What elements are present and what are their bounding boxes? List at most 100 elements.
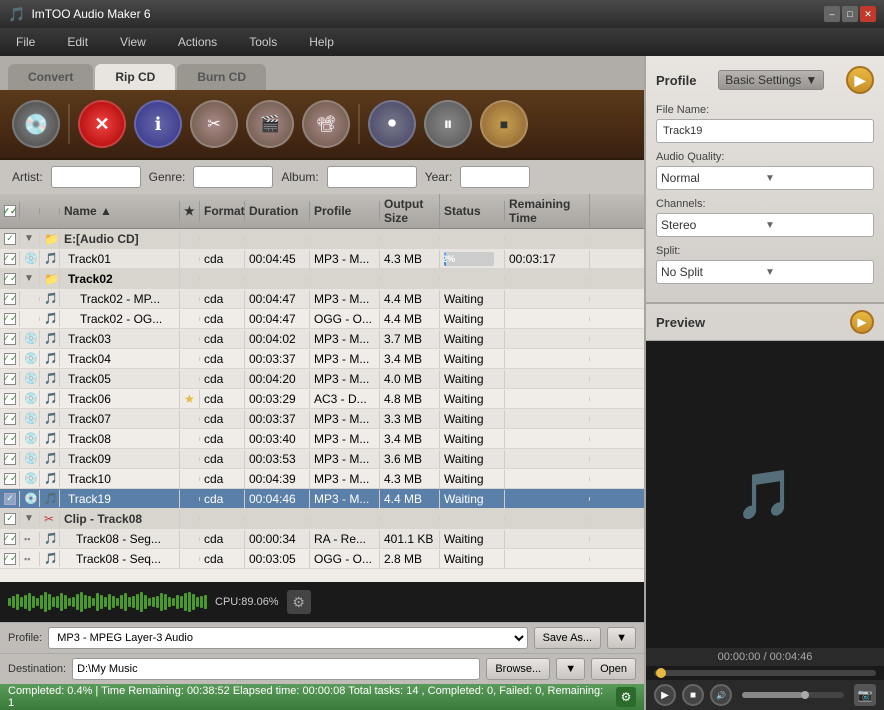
table-row[interactable]: ✓ 💿 🎵 Track06 ★ cda 00:03:29 AC3 - D... … (0, 389, 644, 409)
stop-button[interactable]: ■ (480, 100, 528, 148)
row-expand-icon[interactable]: ▼ (20, 231, 40, 246)
cut-button[interactable]: ✂ (190, 100, 238, 148)
waveform-bar (68, 598, 71, 606)
quality-select[interactable]: Normal ▼ (656, 166, 874, 190)
row-check[interactable]: ✓ (0, 391, 20, 407)
waveform-bar (32, 596, 35, 608)
waveform-bar (156, 596, 159, 608)
menu-file[interactable]: File (8, 31, 43, 53)
maximize-button[interactable]: □ (842, 6, 858, 22)
row-check[interactable]: ✓ (0, 551, 20, 567)
seek-handle[interactable] (656, 668, 666, 678)
menu-tools[interactable]: Tools (241, 31, 285, 53)
preview-next-button[interactable]: ▶ (850, 310, 874, 334)
tab-convert[interactable]: Convert (8, 64, 93, 90)
row-check[interactable]: ✓ (0, 411, 20, 427)
tab-burn-cd[interactable]: Burn CD (177, 64, 266, 90)
row-check[interactable]: ✓ (0, 291, 20, 307)
disc-button[interactable]: ⏺ (368, 100, 416, 148)
table-row[interactable]: ✓ ▼ 📁 Track02 (0, 269, 644, 289)
row-check[interactable]: ✓ (0, 371, 20, 387)
row-check[interactable]: ✓ (0, 451, 20, 467)
row-check[interactable]: ✓ (0, 311, 20, 327)
row-check[interactable]: ✓ (0, 251, 20, 267)
minimize-button[interactable]: – (824, 6, 840, 22)
browse-dropdown-button[interactable]: ▼ (556, 658, 585, 680)
menu-actions[interactable]: Actions (170, 31, 225, 53)
volume-button[interactable]: 🔊 (710, 684, 732, 706)
volume-slider[interactable] (742, 692, 844, 698)
profile-select[interactable]: MP3 - MPEG Layer-3 Audio (48, 627, 527, 649)
browse-button[interactable]: Browse... (486, 658, 550, 680)
table-row[interactable]: ✓ 💿 🎵 Track03 cda 00:04:02 MP3 - M... 3.… (0, 329, 644, 349)
row-expand-icon[interactable]: ▼ (20, 511, 40, 526)
table-row[interactable]: ✓ ▪▪ 🎵 Track08 - Seg... cda 00:00:34 RA … (0, 529, 644, 549)
table-row[interactable]: ✓ 💿 🎵 Track19 cda 00:04:46 MP3 - M... 4.… (0, 489, 644, 509)
row-check[interactable]: ✓ (0, 491, 20, 507)
waveform-bar (20, 597, 23, 607)
table-row[interactable]: ✓ 🎵 Track02 - OG... cda 00:04:47 OGG - O… (0, 309, 644, 329)
row-cd-icon: 💿 (20, 410, 40, 427)
th-name[interactable]: Name ▲ (60, 201, 180, 221)
table-row[interactable]: ✓ ▪▪ 🎵 Track08 - Seq... cda 00:03:05 OGG… (0, 549, 644, 569)
row-name: Track04 (60, 350, 180, 368)
seek-track[interactable] (654, 670, 876, 676)
row-check[interactable]: ✓ (0, 271, 20, 287)
profile-next-button[interactable]: ▶ (846, 66, 874, 94)
menu-edit[interactable]: Edit (59, 31, 96, 53)
save-as-button[interactable]: Save As... (534, 627, 602, 649)
row-check[interactable]: ✓ (0, 531, 20, 547)
row-expand-icon[interactable]: ▼ (20, 271, 40, 286)
row-remaining (505, 337, 590, 341)
film2-button[interactable]: 📽 (302, 100, 350, 148)
snapshot-button[interactable]: 📷 (854, 684, 876, 706)
play-button[interactable]: ▶ (654, 684, 676, 706)
tab-rip-cd[interactable]: Rip CD (95, 64, 175, 90)
table-row[interactable]: ✓ 💿 🎵 Track01 cda 00:04:45 MP3 - M... 4.… (0, 249, 644, 269)
year-input[interactable] (460, 166, 530, 188)
year-label: Year: (425, 170, 453, 184)
preview-seek-bar[interactable] (646, 666, 884, 680)
filename-input[interactable] (656, 119, 874, 143)
waveform-settings-button[interactable]: ⚙ (287, 590, 311, 614)
stop-preview-button[interactable]: ■ (682, 684, 704, 706)
menu-help[interactable]: Help (301, 31, 342, 53)
row-check[interactable]: ✓ (0, 471, 20, 487)
basic-settings-button[interactable]: Basic Settings ▼ (718, 70, 824, 90)
open-button[interactable]: Open (591, 658, 636, 680)
artist-input[interactable] (51, 166, 141, 188)
table-row[interactable]: ✓ 💿 🎵 Track09 cda 00:03:53 MP3 - M... 3.… (0, 449, 644, 469)
waveform-area: CPU:89.06% ⚙ (0, 582, 644, 622)
destination-input[interactable] (72, 658, 480, 680)
status-settings-button[interactable]: ⚙ (616, 687, 636, 707)
row-remaining (505, 497, 590, 501)
cd-load-button[interactable]: 💿 (12, 100, 60, 148)
split-select[interactable]: No Split ▼ (656, 260, 874, 284)
row-duration: 00:04:20 (245, 370, 310, 388)
album-input[interactable] (327, 166, 417, 188)
table-row[interactable]: ✓ ▼ ✂ Clip - Track08 (0, 509, 644, 529)
table-row[interactable]: ✓ 💿 🎵 Track05 cda 00:04:20 MP3 - M... 4.… (0, 369, 644, 389)
channels-select[interactable]: Stereo ▼ (656, 213, 874, 237)
pause-button[interactable]: ⏸ (424, 100, 472, 148)
table-row[interactable]: ✓ 🎵 Track02 - MP... cda 00:04:47 MP3 - M… (0, 289, 644, 309)
menu-view[interactable]: View (112, 31, 154, 53)
delete-button[interactable]: ✕ (78, 100, 126, 148)
save-as-dropdown-button[interactable]: ▼ (607, 627, 636, 649)
preview-video-area: 🎵 (646, 341, 884, 648)
row-check[interactable]: ✓ (0, 431, 20, 447)
table-row[interactable]: ✓ 💿 🎵 Track07 cda 00:03:37 MP3 - M... 3.… (0, 409, 644, 429)
table-row[interactable]: ✓ 💿 🎵 Track08 cda 00:03:40 MP3 - M... 3.… (0, 429, 644, 449)
volume-handle[interactable] (801, 691, 809, 699)
film-button[interactable]: 🎬 (246, 100, 294, 148)
row-star (180, 477, 200, 481)
row-check[interactable]: ✓ (0, 351, 20, 367)
row-check[interactable]: ✓ (0, 331, 20, 347)
genre-input[interactable] (193, 166, 273, 188)
table-row[interactable]: ✓ 💿 🎵 Track10 cda 00:04:39 MP3 - M... 4.… (0, 469, 644, 489)
table-row[interactable]: ✓ ▼ 📁 E:[Audio CD] (0, 229, 644, 249)
row-star[interactable]: ★ (180, 390, 200, 408)
info-button[interactable]: ℹ (134, 100, 182, 148)
close-button[interactable]: ✕ (860, 6, 876, 22)
table-row[interactable]: ✓ 💿 🎵 Track04 cda 00:03:37 MP3 - M... 3.… (0, 349, 644, 369)
